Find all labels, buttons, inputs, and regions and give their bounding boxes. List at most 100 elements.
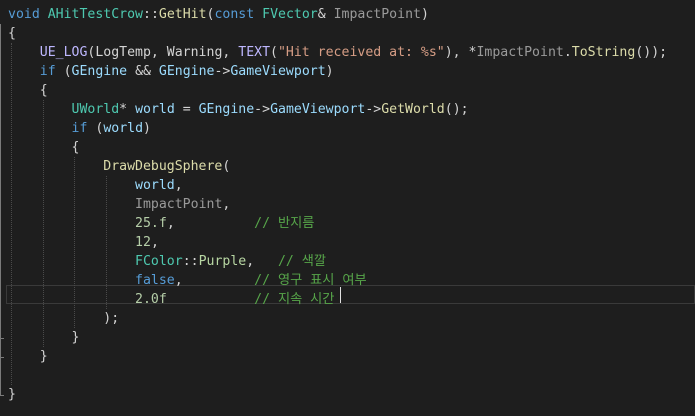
code-token-plain: , — [166, 216, 255, 231]
code-token-variable: GameViewport — [230, 64, 326, 79]
code-token-plain: ( — [222, 159, 231, 174]
code-token-comment: // 반지름 — [254, 216, 315, 231]
code-token-type: FVector — [262, 7, 318, 22]
code-line[interactable]: world, — [8, 176, 183, 195]
code-token-type: UWorld — [71, 102, 120, 117]
code-token-variable: world — [103, 121, 144, 136]
code-token-variable: GEngine — [71, 64, 128, 79]
code-token-plain: , — [222, 197, 231, 212]
code-line[interactable]: { — [8, 24, 16, 43]
code-line[interactable]: 2.0f // 지속 시간 — [8, 290, 334, 309]
code-token-plain: } — [8, 330, 80, 345]
code-line[interactable]: FColor::Purple, // 색깔 — [8, 252, 326, 271]
code-line[interactable]: 25.f, // 반지름 — [8, 214, 314, 233]
code-token-plain: { — [8, 140, 80, 155]
code-token-plain: ), * — [444, 45, 477, 60]
code-line[interactable]: } — [8, 385, 16, 404]
code-token-type: FColor — [135, 254, 183, 269]
code-line[interactable]: } — [8, 328, 80, 347]
code-token-plain: && — [127, 64, 159, 79]
code-line[interactable]: 12, — [8, 233, 159, 252]
code-token-plain: -> — [254, 102, 271, 117]
code-token-variable: world — [135, 178, 175, 193]
code-token-variable: world — [135, 102, 175, 117]
code-token-plain: { — [8, 83, 48, 98]
code-token-plain: { — [8, 26, 16, 41]
code-token-keyword: void — [8, 7, 40, 22]
code-token-plain: ); — [8, 311, 120, 326]
code-token-plain: , — [174, 273, 255, 288]
code-token-plain: ( — [87, 121, 104, 136]
code-token-macro: UE_LOG — [39, 45, 88, 60]
code-token-keyword: const — [214, 7, 255, 22]
code-line[interactable]: void AHitTestCrow::GetHit(const FVector&… — [8, 5, 429, 24]
code-token-plain: (); — [444, 102, 469, 117]
code-line[interactable]: if (GEngine && GEngine->GameViewport) — [8, 62, 334, 81]
code-token-plain: & — [317, 7, 334, 22]
code-token-variable: GameViewport — [270, 102, 366, 117]
code-line[interactable]: ); — [8, 309, 119, 328]
code-token-plain: ) — [420, 7, 429, 22]
code-token-plain: , — [246, 254, 278, 269]
code-token-function: ToString — [571, 45, 636, 60]
code-token-macro: TEXT — [238, 45, 271, 60]
fold-region-marker — [0, 138, 1, 338]
code-line[interactable]: if (world) — [8, 119, 151, 138]
code-line[interactable]: { — [8, 81, 48, 100]
code-token-plain: ()); — [635, 45, 668, 60]
code-token-plain: ( — [55, 64, 72, 79]
fold-end-tick — [0, 357, 4, 358]
code-token-variable: GEngine — [198, 102, 255, 117]
code-token-plain: . — [563, 45, 572, 60]
code-token-plain: :: — [143, 7, 159, 22]
code-token-number: 25.f — [135, 216, 167, 231]
code-token-parameter: ImpactPoint — [135, 197, 223, 212]
code-editor[interactable]: void AHitTestCrow::GetHit(const FVector&… — [0, 0, 695, 416]
code-token-type: AHitTestCrow — [47, 7, 143, 22]
code-line[interactable]: DrawDebugSphere( — [8, 157, 230, 176]
code-token-plain: } — [8, 387, 16, 402]
code-line[interactable]: false, // 영구 표시 여부 — [8, 271, 367, 290]
code-token-plain: ) — [325, 64, 334, 79]
code-token-number: 2.0f — [135, 292, 167, 307]
code-token-plain: -> — [365, 102, 382, 117]
code-token-string: "Hit received at: %s" — [277, 45, 445, 60]
code-line[interactable]: ImpactPoint, — [8, 195, 230, 214]
code-token-plain: = — [174, 102, 199, 117]
code-token-plain: , — [150, 235, 159, 250]
code-line[interactable]: UWorld* world = GEngine->GameViewport->G… — [8, 100, 469, 119]
code-token-number: 12 — [135, 235, 151, 250]
code-token-function: GetWorld — [381, 102, 445, 117]
code-token-keyword: false — [135, 273, 175, 288]
code-line[interactable]: { — [8, 138, 80, 157]
code-token-parameter: ImpactPoint — [333, 7, 421, 22]
code-token-plain: -> — [214, 64, 231, 79]
code-token-keyword: if — [71, 121, 88, 136]
code-token-plain: , — [174, 178, 183, 193]
code-token-plain: :: — [182, 254, 199, 269]
code-token-comment: // 영구 표시 여부 — [254, 273, 367, 288]
code-token-plain: ) — [143, 121, 151, 136]
code-token-keyword: if — [39, 64, 56, 79]
code-line[interactable]: } — [8, 347, 48, 366]
code-token-plain: } — [8, 349, 48, 364]
code-token-comment: // 지속 시간 — [254, 292, 335, 307]
code-token-plain: * — [119, 102, 136, 117]
code-token-function: GetHit — [158, 7, 207, 22]
fold-end-tick — [0, 395, 4, 396]
fold-end-tick — [0, 338, 4, 339]
text-caret — [340, 287, 341, 303]
code-token-function: DrawDebugSphere — [103, 159, 223, 174]
code-line[interactable]: UE_LOG(LogTemp, Warning, TEXT("Hit recei… — [8, 43, 667, 62]
